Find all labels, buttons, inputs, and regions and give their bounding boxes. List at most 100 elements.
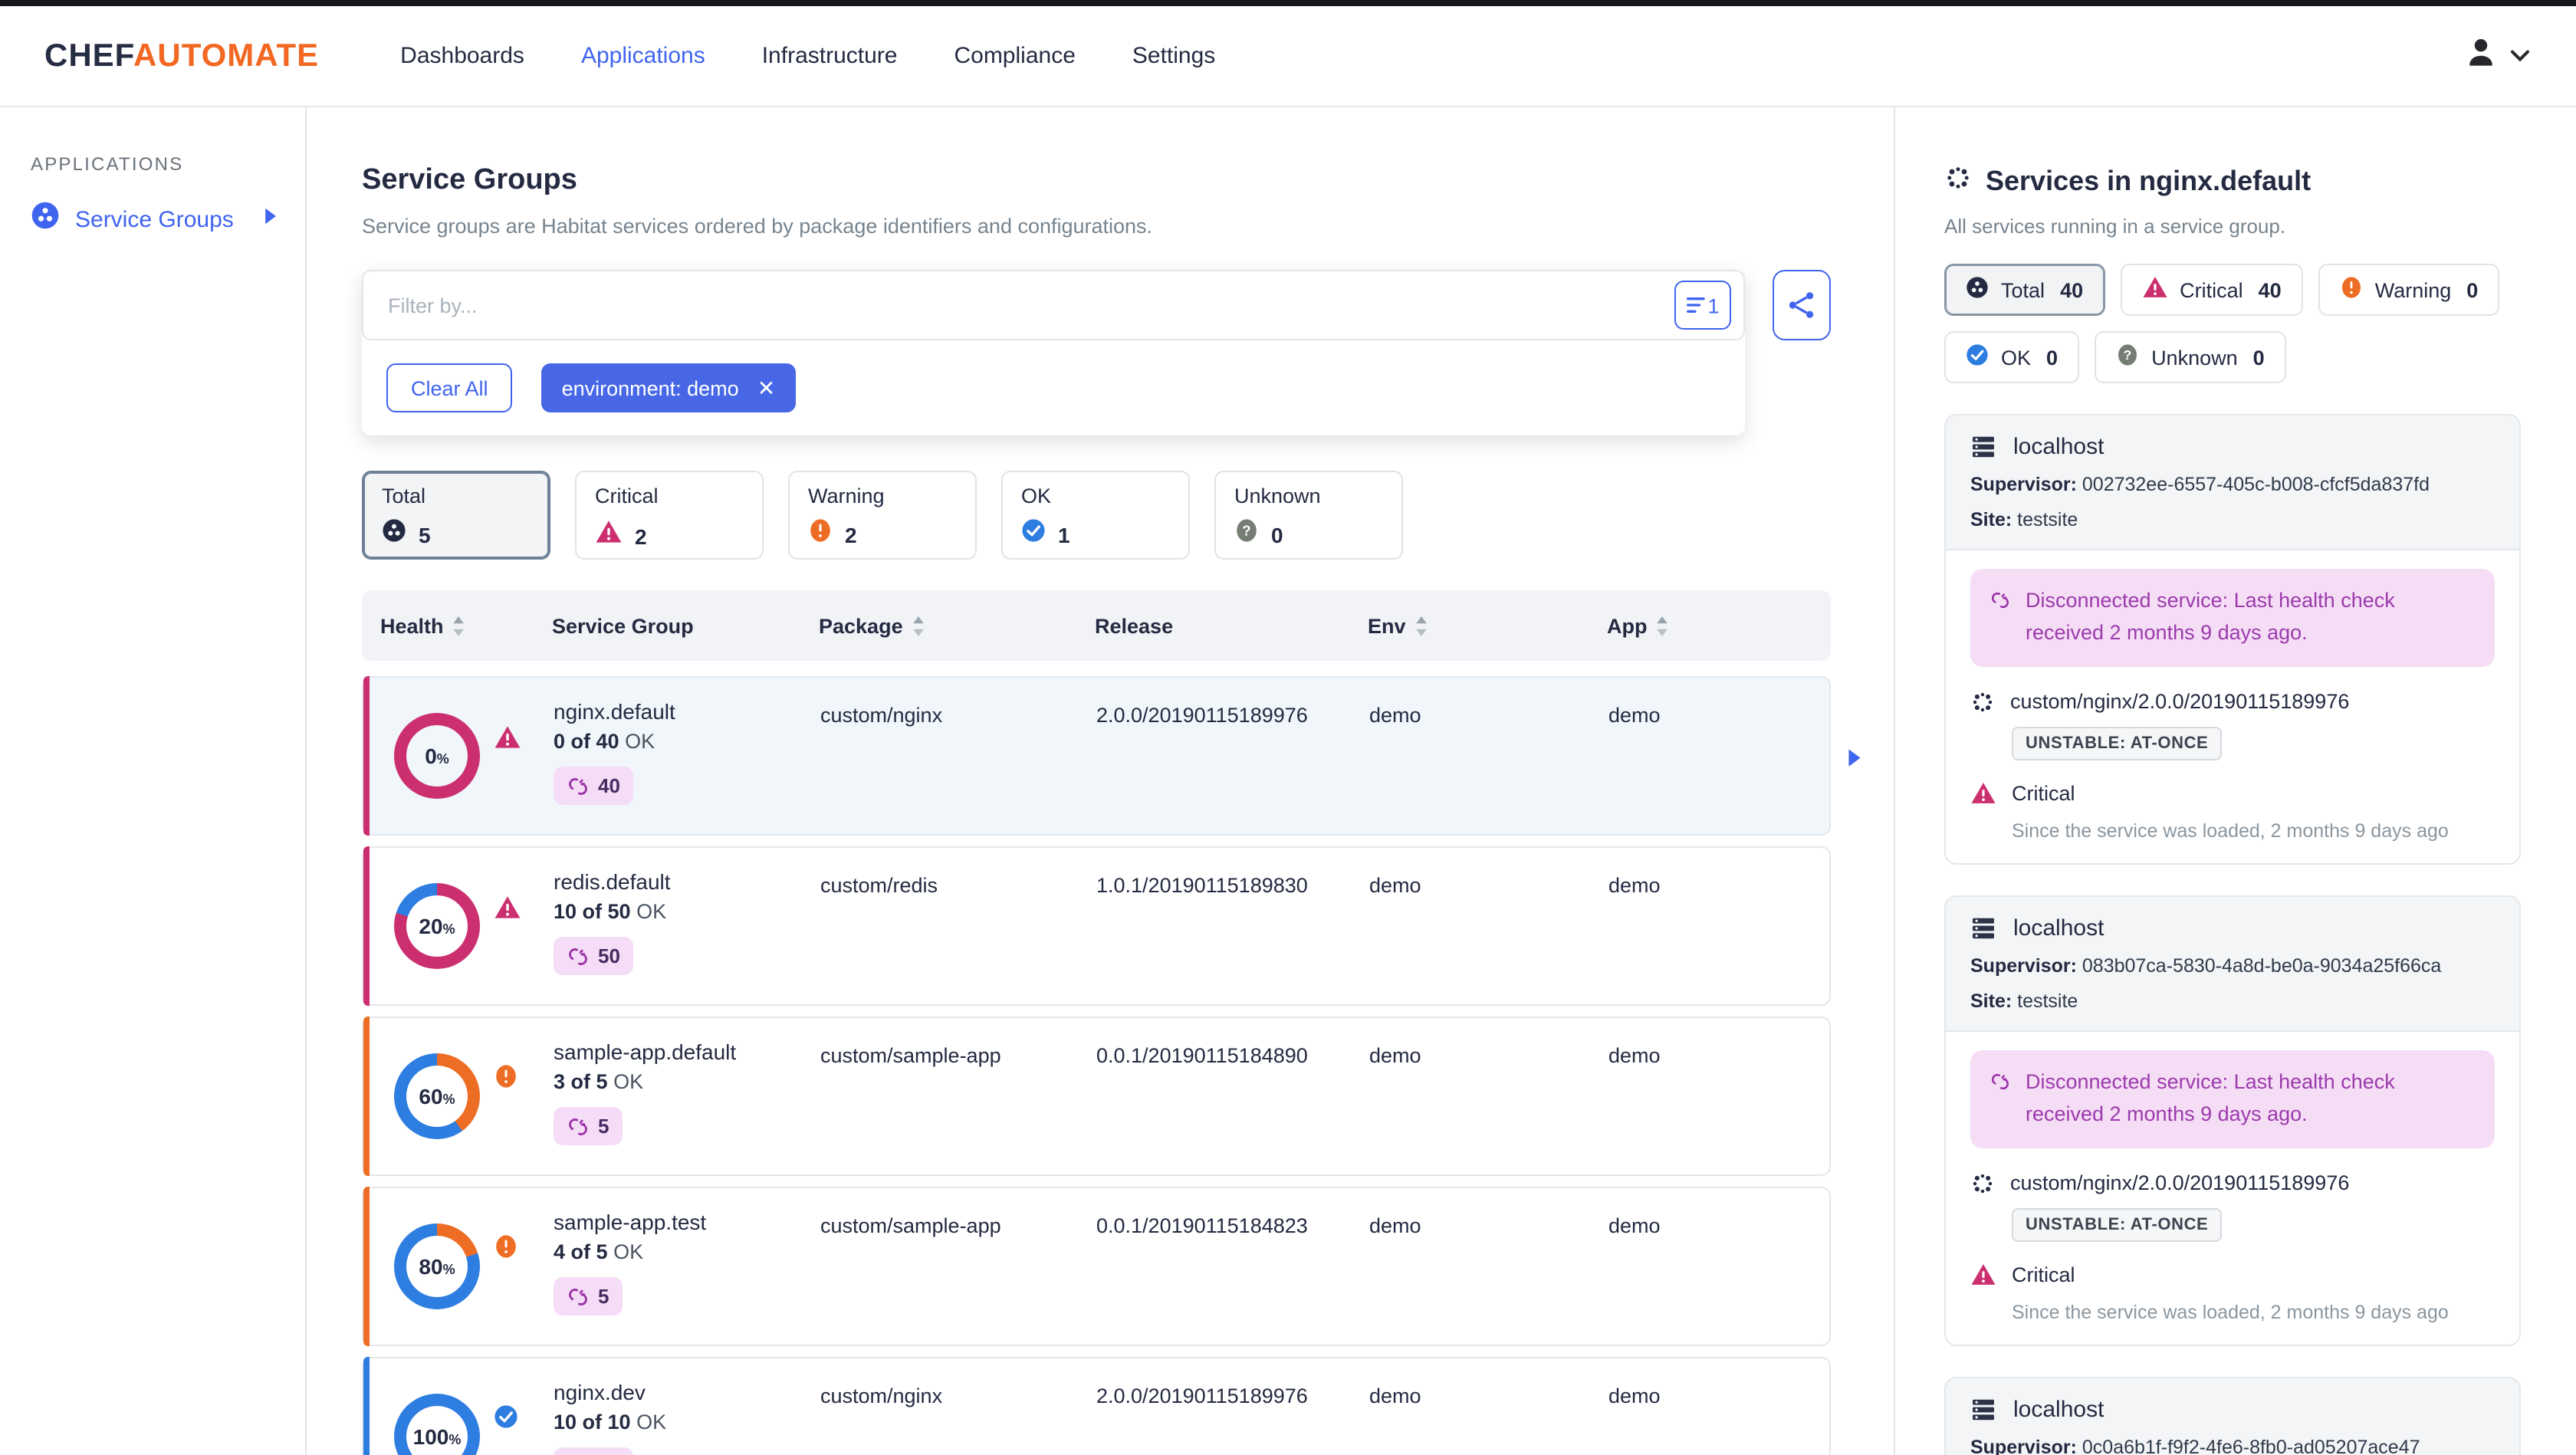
filter-chip[interactable]: environment: demo ✕ <box>541 363 796 412</box>
site-line: Site: testsite <box>1970 509 2078 530</box>
row-service-group-cell: nginx.default 0 of 40 OK 40 <box>554 678 820 834</box>
tile-label: Unknown <box>1234 484 1321 507</box>
health-percent: 20% <box>419 914 455 938</box>
row-env: demo <box>1369 1214 1421 1237</box>
sort-icon[interactable] <box>912 616 925 636</box>
column-label: App <box>1607 614 1648 637</box>
row-env: demo <box>1369 704 1421 727</box>
nav-item-dashboards[interactable]: Dashboards <box>400 43 524 69</box>
share-button[interactable] <box>1773 270 1831 340</box>
service-group-row-nginx-dev[interactable]: 100% nginx.dev 10 of 10 OK 10 custom/ngi… <box>362 1357 1831 1455</box>
panel-filter-ok[interactable]: OK 0 <box>1944 331 2080 383</box>
expand-arrow-icon[interactable] <box>1848 749 1861 768</box>
row-env: demo <box>1369 1044 1421 1067</box>
row-service-group-cell: nginx.dev 10 of 10 OK 10 <box>554 1358 820 1455</box>
ok-count: 10 of 10 OK <box>554 1411 667 1434</box>
service-card-header: localhost Supervisor: 002732ee-6557-405c… <box>1946 415 2519 550</box>
health-status-label: Critical <box>2012 1263 2075 1286</box>
filter-card: 1 Clear All environment: demo ✕ <box>362 270 1745 435</box>
tile-critical[interactable]: Critical 2 <box>575 471 764 560</box>
panel-filter-critical[interactable]: Critical 40 <box>2120 264 2303 316</box>
svg-text:1: 1 <box>1707 294 1719 317</box>
brand-logo[interactable]: CHEFAUTOMATE <box>44 38 319 74</box>
column-header-package[interactable]: Package <box>819 614 1095 637</box>
tile-count: 1 <box>1058 522 1070 547</box>
row-release: 0.0.1/20190115184890 <box>1096 1044 1308 1067</box>
tile-warning[interactable]: Warning 2 <box>788 471 977 560</box>
column-header-health[interactable]: Health <box>380 614 552 637</box>
chevron-right-icon <box>265 208 276 225</box>
disconnected-icon <box>569 1118 587 1135</box>
user-menu[interactable] <box>2463 34 2530 78</box>
health-percent: 100% <box>412 1424 462 1449</box>
row-release: 2.0.0/20190115189976 <box>1096 704 1308 727</box>
selected-row-arrow[interactable] <box>1848 748 1861 776</box>
tile-total[interactable]: Total 5 <box>362 471 550 560</box>
warning-icon <box>810 519 830 542</box>
service-groups-icon <box>31 202 59 229</box>
clear-all-button[interactable]: Clear All <box>386 363 513 412</box>
services-panel: Services in nginx.default All services r… <box>1894 107 2576 1455</box>
panel-filters: Total 40 Critical 40 Warning 0 OK 0 ? Unk… <box>1944 264 2521 383</box>
sort-icon[interactable] <box>1657 616 1669 636</box>
column-header-app[interactable]: App <box>1607 614 1812 637</box>
row-status-icon <box>494 894 521 1004</box>
panel-filter-total[interactable]: Total 40 <box>1944 264 2105 316</box>
tile-unknown[interactable]: Unknown ? 0 <box>1214 471 1403 560</box>
disconnected-icon <box>569 948 587 964</box>
service-group-row-sample-app-default[interactable]: 60% sample-app.default 3 of 5 OK 5 custo… <box>362 1017 1831 1176</box>
chevron-down-icon <box>2510 42 2530 70</box>
tile-label: OK <box>1021 484 1052 507</box>
package-id: custom/nginx/2.0.0/20190115189976 <box>2010 1171 2350 1195</box>
disconnected-count: 5 <box>598 1285 610 1308</box>
nav-item-infrastructure[interactable]: Infrastructure <box>762 43 898 69</box>
service-group-row-redis-default[interactable]: 20% redis.default 10 of 50 OK 50 custom/… <box>362 846 1831 1006</box>
person-icon <box>2469 39 2492 66</box>
package-row: custom/nginx/2.0.0/20190115189976 <box>1970 1171 2495 1195</box>
chip-close-icon[interactable]: ✕ <box>757 377 775 399</box>
ok-icon <box>1967 344 1988 366</box>
sort-icon[interactable] <box>453 616 465 636</box>
critical-icon <box>2142 277 2167 297</box>
column-label: Release <box>1095 614 1174 637</box>
total-icon <box>1967 277 1988 298</box>
row-package: custom/nginx <box>820 704 943 727</box>
tile-label: Warning <box>808 484 885 507</box>
total-icon <box>1966 276 1989 304</box>
tile-ok[interactable]: OK 1 <box>1001 471 1190 560</box>
filter-count-button[interactable]: 1 <box>1674 281 1731 330</box>
service-card: localhost Supervisor: 0c0a6b1f-f9f2-4fe6… <box>1944 1376 2521 1455</box>
column-header-env[interactable]: Env <box>1368 614 1607 637</box>
panel-filter-unknown[interactable]: ? Unknown 0 <box>2095 331 2286 383</box>
top-strip <box>0 0 2576 6</box>
critical-icon <box>596 521 622 543</box>
disconnected-alert: Disconnected service: Last health check … <box>1970 1049 2495 1148</box>
tile-count: 2 <box>845 522 857 547</box>
row-env: demo <box>1369 1384 1421 1407</box>
service-group-row-nginx-default[interactable]: 0% nginx.default 0 of 40 OK 40 custom/ng… <box>362 676 1861 836</box>
ok-icon <box>1966 343 1989 371</box>
row-health-cell: 80% <box>382 1188 554 1345</box>
service-group-name: nginx.default <box>554 699 675 724</box>
nav-item-settings[interactable]: Settings <box>1132 43 1215 69</box>
unknown-icon: ? <box>2116 343 2139 371</box>
row-service-group-cell: sample-app.test 4 of 5 OK 5 <box>554 1188 820 1345</box>
disconnected-count: 40 <box>598 774 620 797</box>
service-card-body: Disconnected service: Last health check … <box>1946 550 2519 863</box>
row-status-icon <box>494 1064 518 1174</box>
total-icon <box>382 518 406 550</box>
row-app: demo <box>1608 1214 1661 1237</box>
filter-input[interactable] <box>363 294 1674 317</box>
critical-icon <box>595 518 623 553</box>
row-status-icon <box>494 1404 518 1455</box>
disconnected-alert-text: Disconnected service: Last health check … <box>2025 589 2395 644</box>
panel-filter-count: 0 <box>2252 346 2265 369</box>
total-icon <box>383 519 406 542</box>
disconnected-count: 50 <box>598 944 620 967</box>
sort-icon[interactable] <box>1415 616 1428 636</box>
service-group-row-sample-app-test[interactable]: 80% sample-app.test 4 of 5 OK 5 custom/s… <box>362 1187 1831 1346</box>
nav-item-compliance[interactable]: Compliance <box>954 43 1075 69</box>
sidebar-item-service-groups[interactable]: Service Groups <box>0 201 305 238</box>
nav-item-applications[interactable]: Applications <box>581 43 705 69</box>
panel-filter-warning[interactable]: Warning 0 <box>2318 264 2500 316</box>
